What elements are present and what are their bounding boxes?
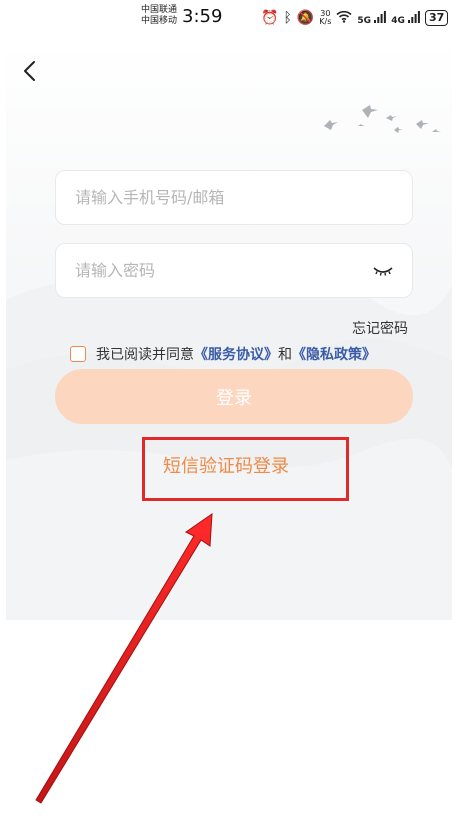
- speed-unit: K/s: [319, 17, 332, 26]
- signal-5g: 5G: [357, 10, 387, 26]
- carrier-1: 中国联通: [141, 5, 178, 15]
- login-button[interactable]: 登录: [55, 369, 413, 424]
- account-input[interactable]: [56, 171, 412, 224]
- carrier-2: 中国移动: [141, 16, 178, 26]
- password-field: [55, 243, 413, 298]
- service-agreement-link[interactable]: 《服务协议》: [194, 344, 278, 364]
- signal-bars-icon: [374, 10, 387, 23]
- status-icons: ⏰ ᛒ 🔕 30 K/s 5G 4G 37: [261, 8, 449, 28]
- login-page: 中国联通 中国移动 3:59 ⏰ ᛒ 🔕 30 K/s 5G 4G 37 请输入…: [0, 0, 458, 820]
- forgot-password-link[interactable]: 忘记密码: [352, 318, 408, 338]
- eye-closed-icon[interactable]: [372, 262, 394, 280]
- sms-login-link[interactable]: 短信验证码登录: [163, 452, 289, 478]
- agreement-prefix: 我已阅读并同意: [96, 347, 194, 363]
- account-field: [55, 170, 413, 225]
- agreement-checkbox[interactable]: [70, 346, 86, 362]
- agreement-and: 和: [278, 347, 292, 363]
- status-bar: 中国联通 中国移动 3:59 ⏰ ᛒ 🔕 30 K/s 5G 4G 37: [0, 0, 458, 40]
- alarm-icon: ⏰: [261, 10, 279, 26]
- bluetooth-icon: ᛒ: [283, 10, 292, 26]
- carrier-names: 中国联通 中国移动: [141, 5, 177, 27]
- wifi-icon: [336, 10, 352, 26]
- signal-5g-label: 5G: [357, 15, 372, 26]
- chevron-left-icon: [24, 61, 35, 81]
- battery-indicator: 37: [424, 10, 449, 26]
- privacy-policy-link[interactable]: 《隐私政策》: [292, 344, 376, 364]
- agreement-row: 我已阅读并同意 《服务协议》 和 《隐私政策》: [70, 344, 376, 364]
- mute-icon: 🔕: [296, 10, 315, 26]
- signal-bars-icon: [407, 10, 420, 23]
- network-speed: 30 K/s: [319, 10, 331, 26]
- password-input[interactable]: [56, 244, 412, 297]
- clock: 3:59: [182, 6, 223, 27]
- back-button[interactable]: [14, 56, 44, 86]
- signal-4g-label: 4G: [391, 15, 405, 26]
- signal-4g: 4G: [391, 10, 420, 26]
